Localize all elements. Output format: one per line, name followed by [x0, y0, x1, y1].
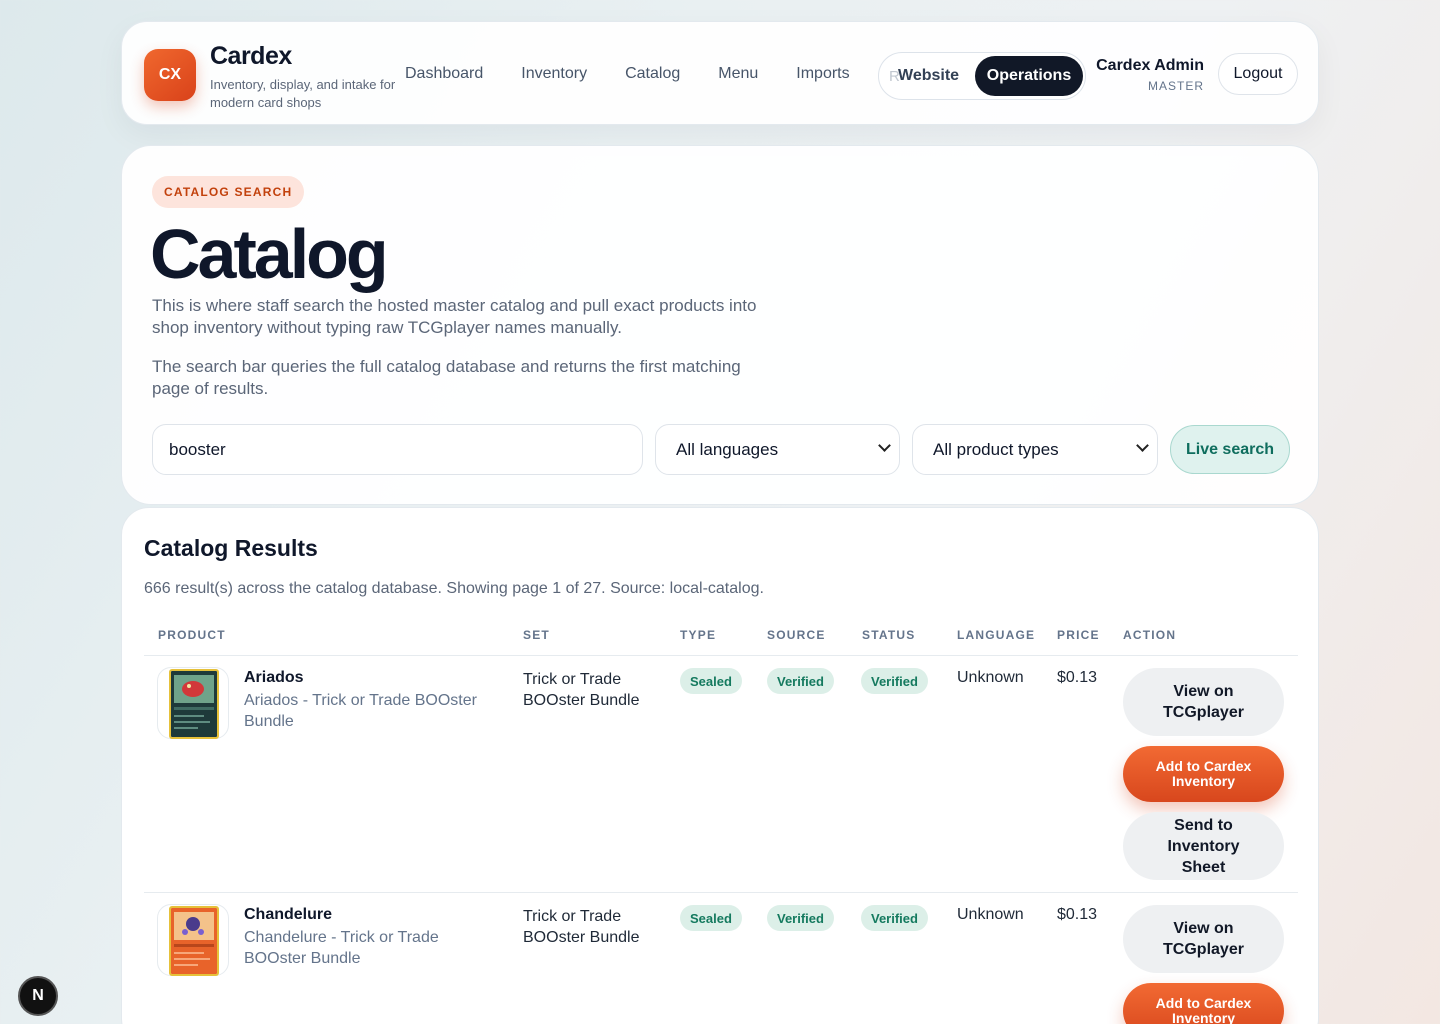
- search-description: The search bar queries the full catalog …: [152, 357, 741, 398]
- product-thumbnail[interactable]: [157, 904, 229, 976]
- source-badge: Verified: [767, 905, 834, 931]
- product-name: Chandelure: [244, 906, 333, 923]
- brand-tagline: Inventory, display, and intake for moder…: [210, 77, 396, 110]
- card-image: [169, 906, 219, 976]
- view-on-tcgplayer-button[interactable]: View on TCGplayer: [1123, 905, 1284, 973]
- col-type: TYPE: [680, 628, 717, 642]
- results-title: Catalog Results: [144, 535, 318, 561]
- user-name: Cardex Admin: [1096, 57, 1204, 74]
- product-subtitle: Ariados - Trick or Trade BOOster Bundle: [244, 692, 477, 730]
- type-badge: Sealed: [680, 905, 742, 931]
- catalog-results-panel: Catalog Results 666 result(s) across the…: [121, 507, 1319, 1024]
- page-title: Catalog: [150, 215, 389, 293]
- product-price: $0.13: [1057, 669, 1098, 686]
- dev-tools-badge[interactable]: N: [18, 976, 58, 1016]
- add-to-cardex-inventory-button[interactable]: Add to Cardex Inventory: [1123, 746, 1284, 802]
- product-language: Unknown: [957, 669, 1024, 686]
- product-type-select[interactable]: All product types: [912, 424, 1158, 475]
- product-subtitle: Chandelure - Trick or Trade BOOster Bund…: [244, 929, 439, 967]
- product-price: $0.13: [1057, 906, 1098, 923]
- nav-dashboard[interactable]: Dashboard: [405, 65, 483, 83]
- nav-menu[interactable]: Menu: [718, 65, 758, 83]
- logout-button[interactable]: Logout: [1218, 53, 1298, 95]
- catalog-search-panel: CATALOG SEARCH Catalog This is where sta…: [121, 145, 1319, 505]
- intro-paragraph: This is where staff search the hosted ma…: [152, 296, 757, 337]
- col-source: SOURCE: [767, 628, 826, 642]
- row-divider: [144, 892, 1298, 893]
- mode-website-button[interactable]: Website: [898, 67, 959, 85]
- nav-inventory[interactable]: Inventory: [521, 65, 587, 83]
- view-on-tcgplayer-button[interactable]: View on TCGplayer: [1123, 668, 1284, 736]
- brand-name: Cardex: [210, 42, 292, 70]
- col-language: LANGUAGE: [957, 628, 1036, 642]
- user-role: MASTER: [1147, 79, 1204, 93]
- col-set: SET: [523, 628, 550, 642]
- top-header: CX Cardex Inventory, display, and intake…: [121, 21, 1319, 125]
- col-status: STATUS: [862, 628, 916, 642]
- col-action: ACTION: [1123, 628, 1177, 642]
- col-product: PRODUCT: [158, 628, 226, 642]
- card-image: [169, 669, 219, 739]
- language-select[interactable]: All languages: [655, 424, 900, 475]
- product-set: Trick or Trade BOOster Bundle: [523, 671, 640, 709]
- header-divider: [144, 655, 1298, 656]
- status-badge: Verified: [861, 905, 928, 931]
- product-language: Unknown: [957, 906, 1024, 923]
- status-badge: Verified: [861, 668, 928, 694]
- results-summary: 666 result(s) across the catalog databas…: [144, 580, 764, 597]
- language-select-value: All languages: [676, 439, 779, 459]
- mode-operations-button[interactable]: Operations: [975, 56, 1083, 96]
- col-price: PRICE: [1057, 628, 1100, 642]
- catalog-search-input[interactable]: [152, 424, 643, 475]
- nav-imports[interactable]: Imports: [796, 65, 849, 83]
- type-badge: Sealed: [680, 668, 742, 694]
- live-search-button[interactable]: Live search: [1170, 425, 1290, 474]
- product-thumbnail[interactable]: [157, 667, 229, 739]
- mode-switch: R Website Operations: [878, 52, 1086, 100]
- cardex-logo[interactable]: CX: [144, 49, 196, 101]
- source-badge: Verified: [767, 668, 834, 694]
- send-to-inventory-sheet-button[interactable]: Send to Inventory Sheet: [1123, 812, 1284, 880]
- chevron-down-icon: [878, 439, 891, 452]
- product-set: Trick or Trade BOOster Bundle: [523, 908, 640, 946]
- add-to-cardex-inventory-button[interactable]: Add to Cardex Inventory: [1123, 983, 1284, 1024]
- section-eyebrow: CATALOG SEARCH: [152, 176, 305, 208]
- product-name: Ariados: [244, 669, 304, 686]
- main-nav: Dashboard Inventory Catalog Menu Imports: [405, 65, 850, 83]
- product-type-select-value: All product types: [933, 439, 1059, 459]
- chevron-down-icon: [1136, 439, 1149, 452]
- nav-catalog[interactable]: Catalog: [625, 65, 680, 83]
